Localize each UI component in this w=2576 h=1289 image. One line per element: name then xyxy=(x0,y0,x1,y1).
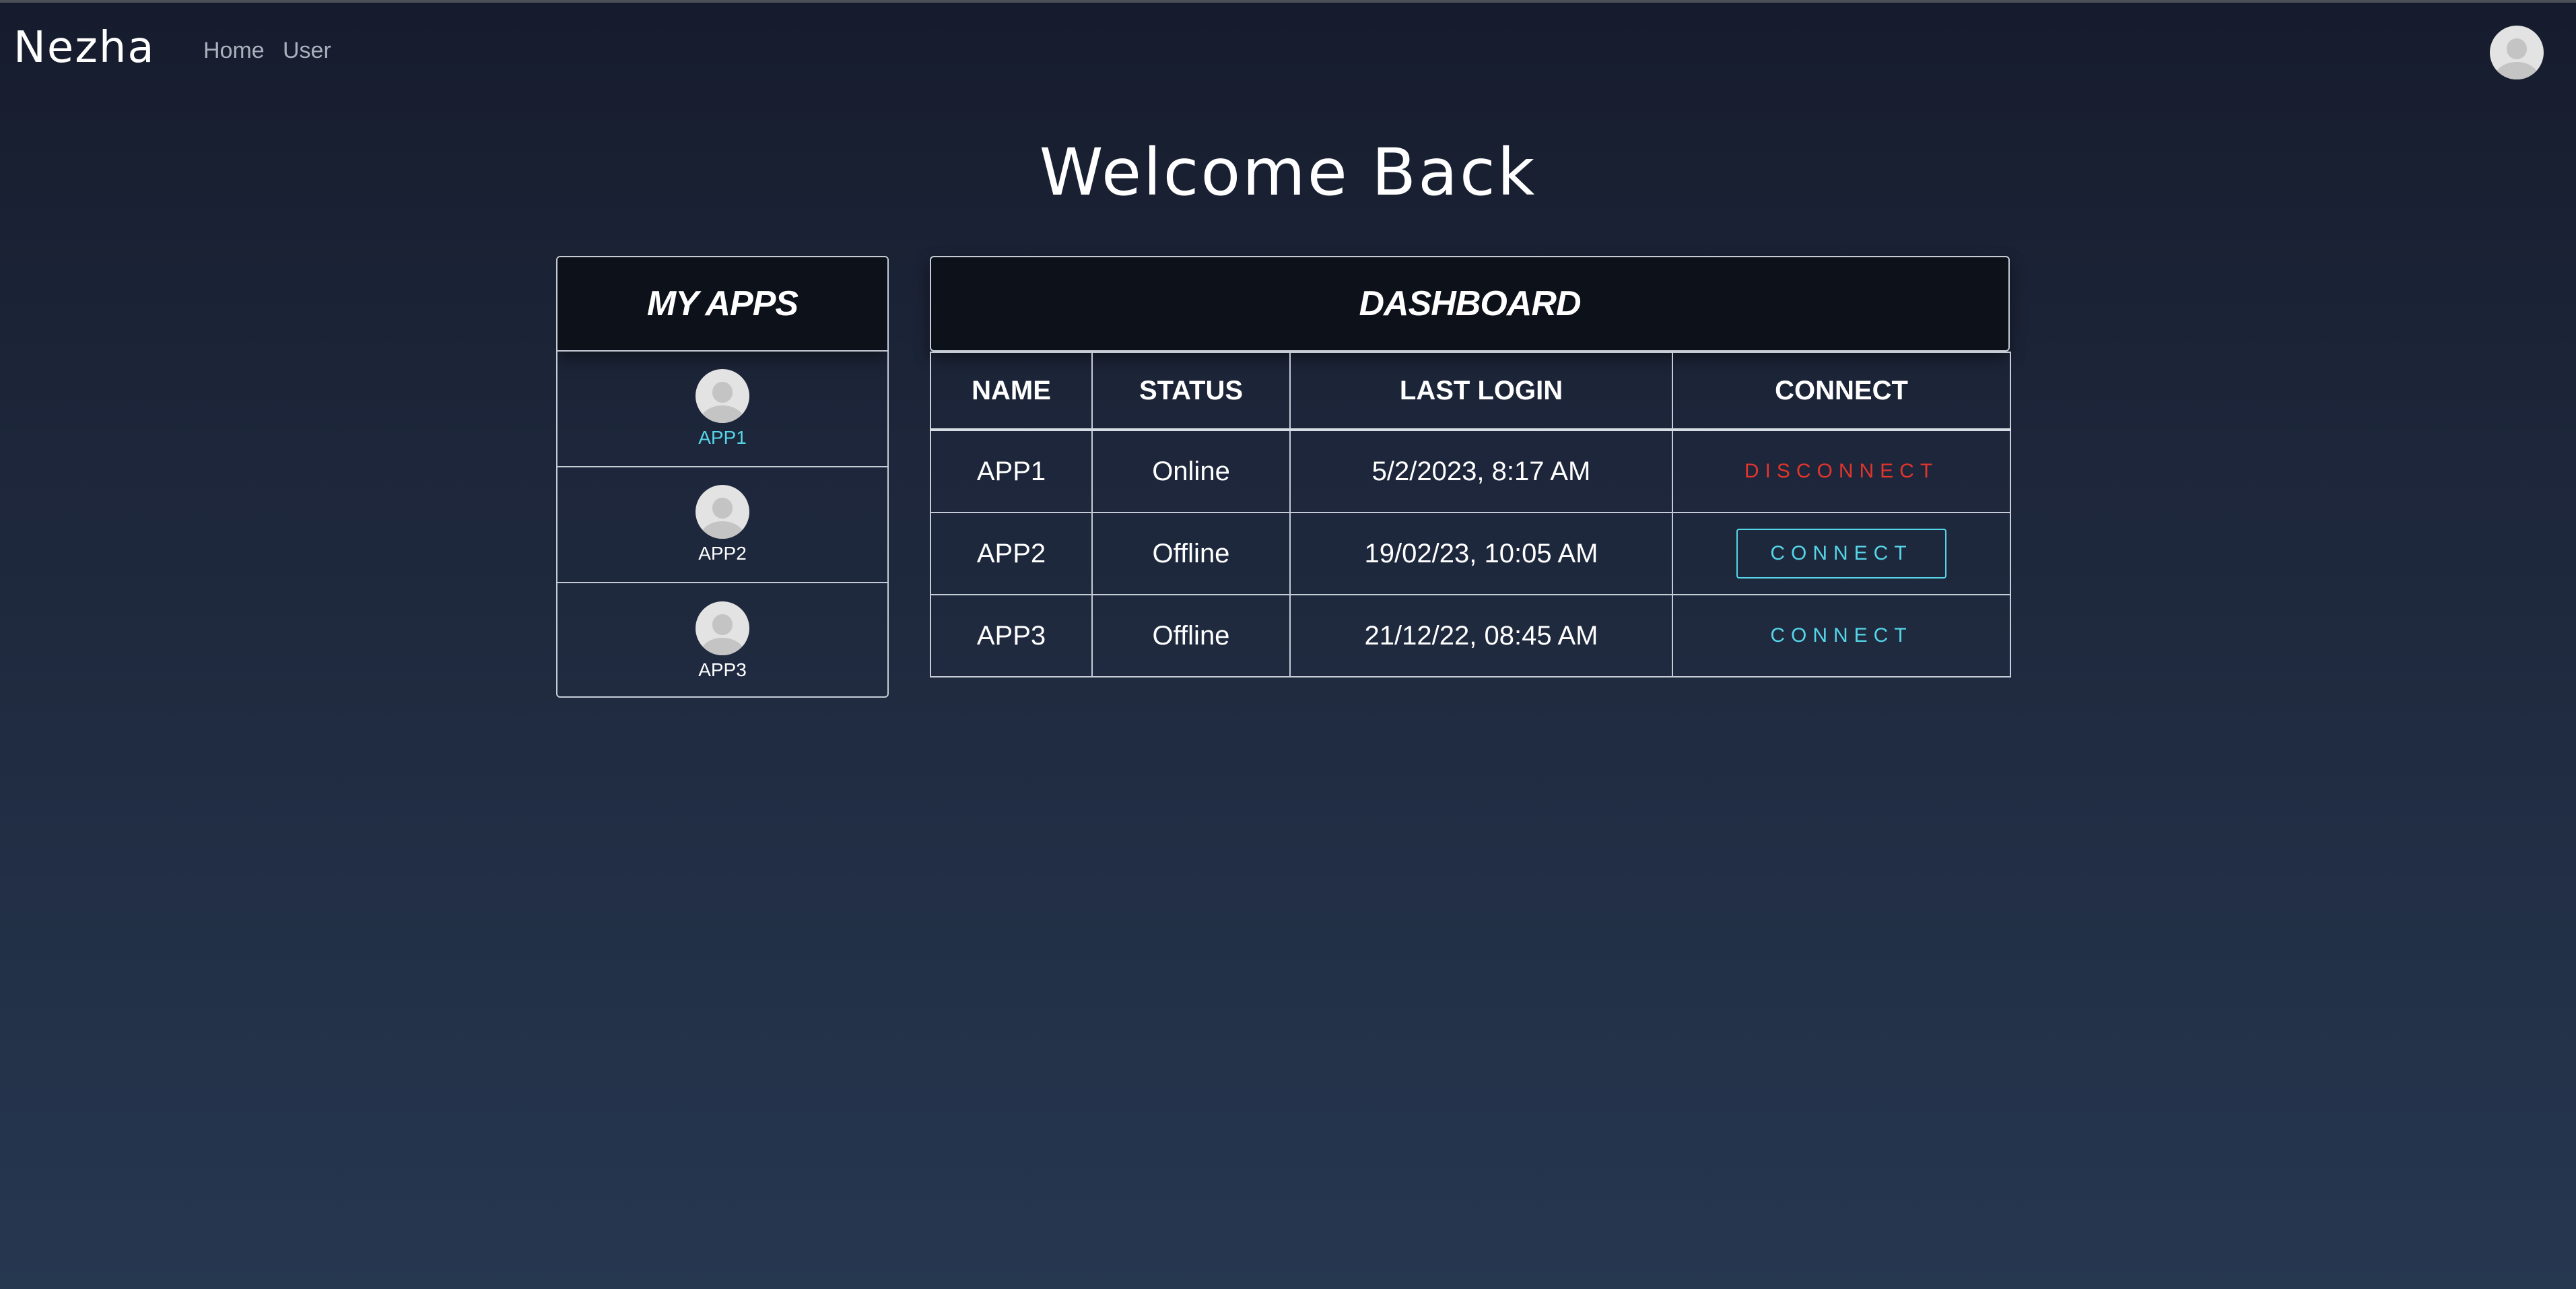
cell-name: APP3 xyxy=(930,594,1093,677)
app-avatar-icon xyxy=(696,485,749,539)
my-apps-header: MY APPS xyxy=(557,257,887,352)
nav-link-home[interactable]: Home xyxy=(203,38,265,64)
cell-name: APP2 xyxy=(930,512,1093,595)
connect-button[interactable]: CONNECT xyxy=(1736,529,1946,579)
app-label: APP3 xyxy=(698,659,747,680)
avatar-head xyxy=(712,498,733,519)
cell-last-login: 5/2/2023, 8:17 AM xyxy=(1289,429,1673,513)
dashboard-table: NAME STATUS LAST LOGIN CONNECT APP1 Onli… xyxy=(930,352,2011,677)
disconnect-button[interactable]: DISCONNECT xyxy=(1730,451,1953,492)
cell-status: Offline xyxy=(1091,512,1291,595)
table-header-row: NAME STATUS LAST LOGIN CONNECT xyxy=(930,352,2011,431)
avatar-body xyxy=(700,521,745,539)
cell-status: Offline xyxy=(1091,594,1291,677)
avatar-head xyxy=(712,382,733,403)
app-list-item-app3[interactable]: APP3 xyxy=(557,583,887,696)
app-label: APP2 xyxy=(698,543,747,564)
app-avatar-icon xyxy=(696,601,749,655)
cell-status: Online xyxy=(1091,429,1291,513)
avatar-body xyxy=(700,638,745,655)
table-row: APP3 Offline 21/12/22, 08:45 AM CONNECT xyxy=(930,594,2011,677)
cell-name: APP1 xyxy=(930,429,1093,513)
cell-connect: CONNECT xyxy=(1672,512,2011,595)
column-header-status: STATUS xyxy=(1091,352,1291,431)
app-label: APP1 xyxy=(698,427,747,448)
page-title: Welcome Back xyxy=(1039,135,1537,210)
dashboard-header: DASHBOARD xyxy=(930,256,2010,352)
connect-button[interactable]: CONNECT xyxy=(1740,615,1942,657)
cell-connect: CONNECT xyxy=(1672,594,2011,677)
column-header-connect: CONNECT xyxy=(1672,352,2011,431)
avatar-body xyxy=(2495,62,2539,79)
cell-last-login: 21/12/22, 08:45 AM xyxy=(1289,594,1673,677)
app-list-item-app1[interactable]: APP1 xyxy=(557,352,887,467)
dashboard-title: DASHBOARD xyxy=(1359,284,1582,323)
table-row: APP2 Offline 19/02/23, 10:05 AM CONNECT xyxy=(930,512,2011,595)
avatar-head xyxy=(712,614,733,635)
nav-link-user[interactable]: User xyxy=(283,38,331,64)
avatar-head xyxy=(2506,38,2528,59)
user-avatar-icon[interactable] xyxy=(2490,26,2544,79)
brand-logo[interactable]: Nezha xyxy=(13,23,156,73)
table-row: APP1 Online 5/2/2023, 8:17 AM DISCONNECT xyxy=(930,429,2011,513)
app-avatar-icon xyxy=(696,369,749,423)
column-header-last-login: LAST LOGIN xyxy=(1289,352,1673,431)
column-header-name: NAME xyxy=(930,352,1093,431)
cell-last-login: 19/02/23, 10:05 AM xyxy=(1289,512,1673,595)
my-apps-panel: MY APPS APP1 APP2 APP3 xyxy=(556,256,889,698)
navbar: Nezha Home User xyxy=(0,3,2576,97)
app-list-item-app2[interactable]: APP2 xyxy=(557,467,887,583)
my-apps-title: MY APPS xyxy=(646,284,799,323)
cell-connect: DISCONNECT xyxy=(1672,429,2011,513)
avatar-body xyxy=(700,405,745,423)
